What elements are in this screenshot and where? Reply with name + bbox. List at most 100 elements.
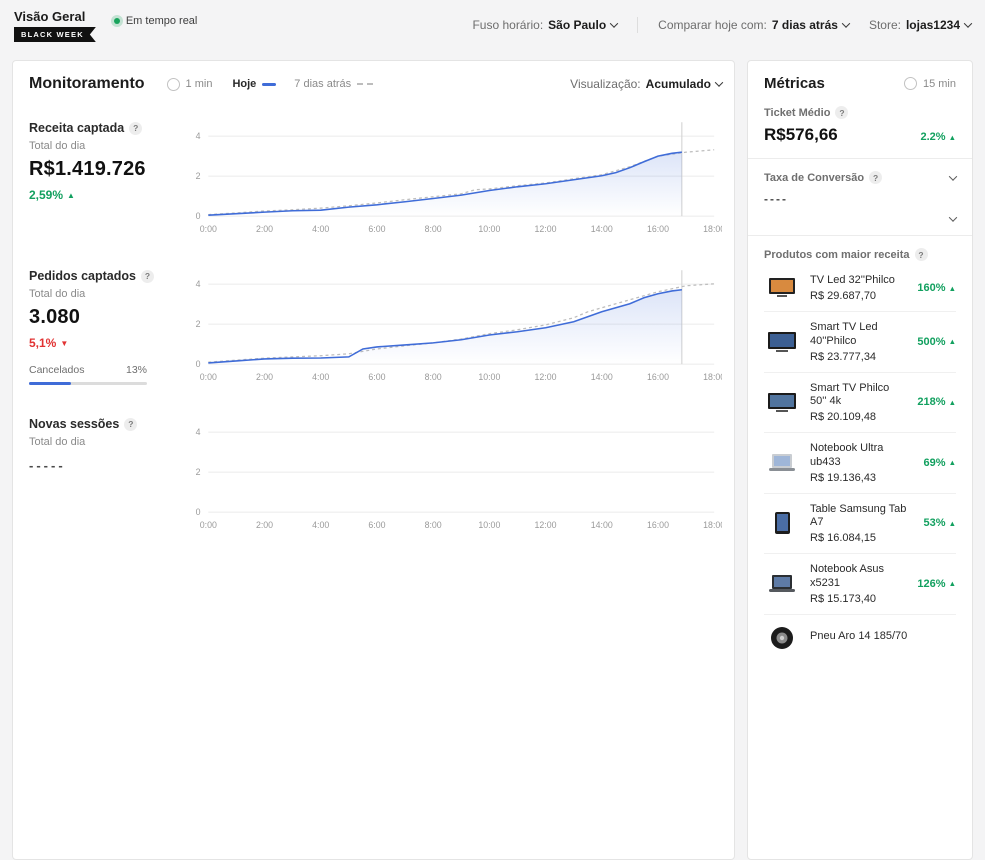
up-arrow-icon: ▲: [949, 579, 956, 588]
product-row[interactable]: Notebook Asus x5231 R$ 15.173,40 126%▲: [764, 553, 956, 614]
svg-text:4: 4: [196, 131, 201, 141]
legend-compare-label: 7 dias atrás: [294, 78, 351, 90]
product-name: Pneu Aro 14 185/70: [810, 630, 956, 644]
product-row[interactable]: Notebook Ultra ub433 R$ 19.136,43 69%▲: [764, 432, 956, 493]
help-icon[interactable]: ?: [141, 270, 154, 283]
sessoes-value: -----: [29, 458, 177, 473]
interval-1min-radio[interactable]: 1 min: [167, 78, 213, 91]
realtime-label: Em tempo real: [126, 15, 198, 27]
svg-text:6:00: 6:00: [368, 372, 385, 382]
svg-text:4:00: 4:00: [312, 520, 329, 530]
realtime-indicator: Em tempo real: [114, 15, 198, 27]
products-title-row: Produtos com maior receita ?: [764, 248, 956, 261]
pedidos-title: Pedidos captados: [29, 269, 136, 283]
svg-text:16:00: 16:00: [647, 224, 669, 234]
vertical-divider: [637, 17, 638, 33]
product-row[interactable]: Smart TV Philco 50'' 4k R$ 20.109,48 218…: [764, 372, 956, 433]
svg-text:12:00: 12:00: [535, 372, 557, 382]
title-block: Visão Geral BLACK WEEK: [14, 9, 96, 42]
receita-value: R$1.419.726: [29, 158, 177, 181]
visualization-select[interactable]: Visualização: Acumulado: [570, 77, 722, 91]
products-list: TV Led 32''Philco R$ 29.687,70 160%▲ Sma…: [764, 265, 956, 661]
top-bar: Visão Geral BLACK WEEK Em tempo real Fus…: [0, 0, 985, 54]
help-icon[interactable]: ?: [869, 171, 882, 184]
interval-15min-label: 15 min: [923, 78, 956, 90]
product-name: Table Samsung Tab A7: [810, 503, 914, 531]
product-price: R$ 16.084,15: [810, 532, 914, 544]
svg-text:16:00: 16:00: [647, 372, 669, 382]
chevron-down-icon: [964, 19, 972, 27]
sessoes-panel: Novas sessões ? Total do dia ----- 0240:…: [29, 409, 722, 537]
product-name: Notebook Ultra ub433: [810, 442, 914, 470]
legend-compare: 7 dias atrás: [294, 78, 373, 90]
timezone-select[interactable]: Fuso horário: São Paulo: [472, 18, 617, 32]
svg-text:2: 2: [196, 319, 201, 329]
pedidos-panel: Pedidos captados ? Total do dia 3.080 5,…: [29, 261, 722, 389]
product-row[interactable]: Pneu Aro 14 185/70: [764, 614, 956, 661]
pedidos-delta: 5,1%▼: [29, 336, 177, 350]
product-name: Smart TV Philco 50'' 4k: [810, 382, 907, 410]
product-row[interactable]: Smart TV Led 40''Philco R$ 23.777,34 500…: [764, 311, 956, 372]
ticket-medio-label: Ticket Médio: [764, 107, 830, 119]
up-arrow-icon: ▲: [949, 458, 956, 467]
svg-text:2: 2: [196, 171, 201, 181]
product-name: Smart TV Led 40''Philco: [810, 321, 907, 349]
pedidos-value: 3.080: [29, 306, 177, 329]
product-row[interactable]: Table Samsung Tab A7 R$ 16.084,15 53%▲: [764, 493, 956, 554]
product-delta: 53%▲: [924, 517, 956, 529]
timezone-label: Fuso horário:: [472, 18, 543, 32]
radio-icon: [904, 77, 917, 90]
cancelados-label: Cancelados: [29, 364, 84, 376]
svg-text:8:00: 8:00: [425, 372, 442, 382]
page-title: Visão Geral: [14, 9, 96, 24]
up-arrow-icon: ▲: [949, 133, 956, 142]
conversao-toggle[interactable]: Taxa de Conversão ?: [764, 171, 956, 184]
svg-text:10:00: 10:00: [478, 520, 500, 530]
svg-text:4: 4: [196, 427, 201, 437]
receita-panel: Receita captada ? Total do dia R$1.419.7…: [29, 113, 722, 241]
help-icon[interactable]: ?: [835, 106, 848, 119]
svg-text:14:00: 14:00: [591, 224, 613, 234]
conversao-label: Taxa de Conversão: [764, 172, 864, 184]
store-label: Store:: [869, 18, 901, 32]
store-select[interactable]: Store: lojas1234: [869, 18, 971, 32]
svg-text:2:00: 2:00: [256, 520, 273, 530]
tablet-icon: [764, 509, 800, 537]
receita-subtitle: Total do dia: [29, 140, 177, 152]
svg-text:0:00: 0:00: [200, 520, 217, 530]
up-arrow-icon: ▲: [949, 284, 956, 293]
receita-title: Receita captada: [29, 121, 124, 135]
divider: [748, 158, 972, 159]
compare-select[interactable]: Comparar hoje com: 7 dias atrás: [658, 18, 849, 32]
up-arrow-icon: ▲: [67, 191, 75, 200]
help-icon[interactable]: ?: [129, 122, 142, 135]
chevron-down-icon: [949, 213, 957, 221]
svg-text:2:00: 2:00: [256, 372, 273, 382]
ticket-medio-label-row: Ticket Médio ?: [764, 106, 956, 119]
dashed-line-swatch-icon: [357, 83, 373, 85]
visualization-label: Visualização:: [570, 77, 641, 91]
product-row[interactable]: TV Led 32''Philco R$ 29.687,70 160%▲: [764, 265, 956, 311]
interval-15min-radio[interactable]: 15 min: [904, 77, 956, 90]
up-arrow-icon: ▲: [949, 519, 956, 528]
radio-icon: [167, 78, 180, 91]
svg-text:0:00: 0:00: [200, 372, 217, 382]
tire-icon: [764, 624, 800, 652]
laptop-icon: [764, 449, 800, 477]
sessoes-title: Novas sessões: [29, 417, 119, 431]
up-arrow-icon: ▲: [949, 337, 956, 346]
chevron-down-icon: [842, 19, 850, 27]
timezone-value: São Paulo: [548, 18, 606, 32]
product-name: TV Led 32''Philco: [810, 274, 907, 288]
collapsed-metric-toggle[interactable]: [764, 216, 956, 222]
help-icon[interactable]: ?: [124, 418, 137, 431]
tv-icon: [764, 388, 800, 416]
product-price: R$ 19.136,43: [810, 472, 914, 484]
svg-text:4: 4: [196, 279, 201, 289]
svg-text:0:00: 0:00: [200, 224, 217, 234]
svg-text:14:00: 14:00: [591, 372, 613, 382]
svg-text:10:00: 10:00: [478, 224, 500, 234]
pedidos-chart: 0240:002:004:006:008:0010:0012:0014:0016…: [177, 261, 722, 389]
help-icon[interactable]: ?: [915, 248, 928, 261]
svg-text:18:00: 18:00: [703, 372, 722, 382]
